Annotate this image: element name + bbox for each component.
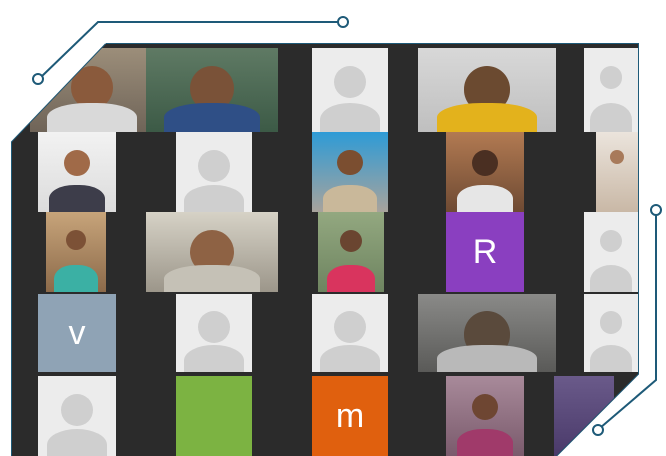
frame-dot-top-left [32,73,44,85]
participant-face [471,393,499,421]
default-avatar-body [320,345,380,372]
participant-blank-tile[interactable] [312,48,388,132]
participant-blank-tile[interactable] [312,294,388,372]
participant-initial-tile[interactable]: m [312,376,388,456]
default-avatar-body [589,103,633,132]
default-avatar-body [184,184,244,212]
participant-green-tile[interactable] [176,376,252,456]
participant-blank-tile[interactable] [584,294,638,372]
participant-video-tile[interactable] [146,212,278,292]
video-participant-grid: R v m [12,44,638,456]
participant-face [339,229,363,253]
frame-dot-right-top [650,204,662,216]
participant-blank-tile[interactable] [176,132,252,212]
default-avatar-icon [334,66,366,99]
participant-face [63,149,91,177]
participant-shirt [437,345,537,372]
participant-video-tile[interactable] [418,48,556,132]
participant-initial: m [335,396,365,435]
participant-shirt [48,184,106,212]
participant-initial-tile[interactable]: v [38,294,116,372]
participant-blank-tile[interactable] [176,294,252,372]
default-avatar-body [589,264,633,292]
frame-dot-right-bottom [592,424,604,436]
participant-video-tile[interactable] [312,132,388,212]
participant-shirt [47,103,137,132]
participant-video-tile[interactable] [596,132,638,212]
participant-shirt [322,184,378,212]
participant-video-tile[interactable] [418,294,556,372]
participant-face [337,149,363,176]
participant-video-tile[interactable] [146,48,278,132]
default-avatar-icon [198,311,230,344]
default-avatar-body [320,103,380,132]
participant-shirt [54,264,98,292]
participant-blank-tile[interactable] [584,48,638,132]
participant-shirt [164,103,260,132]
default-avatar-icon [599,311,623,334]
default-avatar-body [184,345,244,372]
participant-video-tile[interactable] [38,132,116,212]
default-avatar-icon [599,66,623,90]
participant-video-tile[interactable] [446,376,524,456]
participant-face [65,229,87,250]
participant-video-tile[interactable] [46,212,106,292]
participant-video-tile[interactable] [318,212,384,292]
default-avatar-icon [198,149,230,182]
participant-video-tile[interactable] [446,132,524,212]
participant-shirt [327,264,375,292]
participant-initial: v [68,313,86,352]
default-avatar-icon [60,393,94,427]
participant-face [471,149,499,177]
default-avatar-icon [334,311,366,344]
participant-initial: R [472,232,498,271]
frame-dot-top-right [337,16,349,28]
participant-shirt [164,264,260,292]
default-avatar-body [46,428,108,456]
participant-initial-tile[interactable]: R [446,212,524,292]
participant-shirt [456,428,514,456]
default-avatar-icon [599,229,623,253]
default-avatar-body [589,345,633,372]
participant-shirt [437,103,537,132]
participant-blank-tile[interactable] [584,212,638,292]
participant-shirt [456,184,514,212]
participant-blank-tile[interactable] [38,376,116,456]
participant-face [609,149,625,164]
